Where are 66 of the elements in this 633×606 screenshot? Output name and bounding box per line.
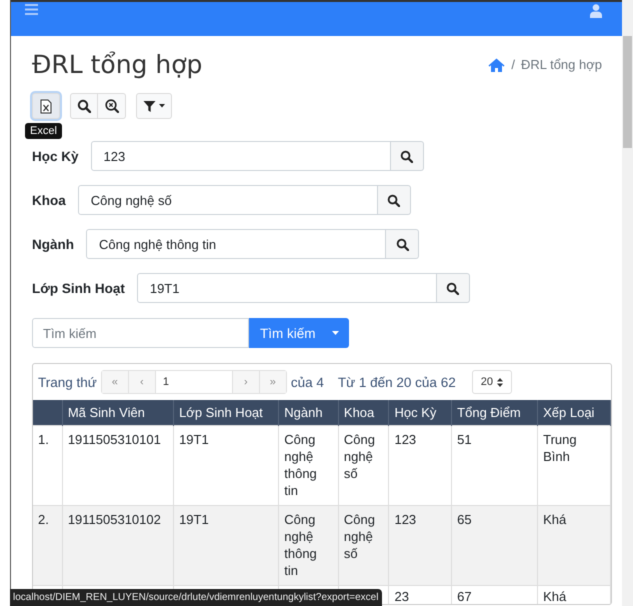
search-icon (446, 282, 460, 294)
caret-icon (332, 331, 338, 335)
search-icon (396, 238, 408, 250)
field-label: Học Kỳ (32, 148, 79, 164)
status-bar-url: localhost/DIEM_REN_LUYEN/source/drlute/vdiemrenluyentungkylist?export=excel (10, 589, 382, 606)
table-cell: 51 (457, 432, 472, 447)
table-cell: Công nghệ thông tin (284, 432, 317, 498)
field-label: Khoa (32, 192, 66, 208)
reset-button[interactable] (98, 93, 126, 119)
search-button[interactable] (70, 93, 98, 119)
table-cell: Công nghệ thông tin (284, 512, 317, 578)
input-field[interactable]: Công nghệ số (78, 185, 378, 215)
filter-icon (143, 100, 156, 112)
search-icon (387, 194, 400, 206)
pager-label: Trang thứ (38, 374, 97, 390)
column-header: Mã Sinh Viên (62, 400, 174, 426)
record-range: Từ 1 đến 20 của 62 (338, 374, 456, 390)
tooltip: Excel (25, 123, 62, 139)
search-button[interactable]: Tìm kiếm (249, 318, 348, 348)
table-cell: 65 (457, 512, 472, 527)
table-cell: 19T1 (179, 512, 209, 527)
column-header: Tổng Điểm (452, 400, 538, 426)
table-cell: Công nghệ số (344, 432, 375, 481)
table-cell: 1911505310102 (68, 512, 161, 527)
breadcrumb-separator: / (511, 57, 515, 72)
table-cell: 1911505310101 (68, 432, 161, 447)
sort-arrows-icon (496, 378, 503, 386)
row-number: 2. (38, 512, 49, 527)
table-cell: 23 (394, 589, 409, 604)
table-cell: Công nghệ số (344, 512, 375, 561)
table-cell: 123 (394, 432, 416, 447)
row-number: 1. (38, 432, 49, 447)
input-field[interactable]: 19T1 (136, 273, 437, 303)
search-field[interactable]: Tìm kiếm (32, 318, 249, 348)
column-header: Xếp Loại (538, 400, 610, 426)
input-field[interactable]: 123 (90, 141, 391, 171)
lookup-button[interactable] (378, 185, 411, 215)
table-cell: Khá (543, 512, 566, 527)
column-header: Khoa (338, 400, 389, 426)
page-size-select[interactable]: 20 (472, 370, 512, 394)
spreadsheet-file-icon (40, 98, 52, 114)
caret-icon (159, 104, 165, 108)
field-label: Lớp Sinh Hoạt (32, 280, 125, 296)
filter-button[interactable] (136, 93, 172, 119)
page-count: của 4 (290, 374, 324, 390)
excel-button[interactable] (32, 93, 60, 119)
column-header: Lớp Sinh Hoạt (174, 400, 279, 426)
home-icon[interactable] (488, 58, 506, 72)
lookup-button[interactable] (436, 273, 470, 303)
input-field[interactable]: Công nghệ thông tin (86, 229, 386, 259)
column-header: Học Kỳ (388, 400, 452, 426)
table-cell: Khá (543, 589, 566, 604)
table-cell: Trung Bình (543, 432, 577, 464)
page-title: ĐRL tổng hợp (32, 50, 202, 79)
user-icon[interactable] (590, 4, 602, 18)
field-label: Ngành (32, 236, 74, 252)
table-cell: 67 (457, 589, 472, 604)
search-clear-icon (104, 99, 118, 113)
table-cell: 123 (394, 512, 416, 527)
column-header: Ngành (278, 400, 338, 426)
breadcrumb-current: ĐRL tổng hợp (520, 57, 602, 72)
lookup-button[interactable] (386, 229, 419, 259)
table-cell: 19T1 (179, 432, 209, 447)
search-icon (400, 150, 414, 162)
search-icon (77, 99, 91, 113)
lookup-button[interactable] (390, 141, 424, 171)
